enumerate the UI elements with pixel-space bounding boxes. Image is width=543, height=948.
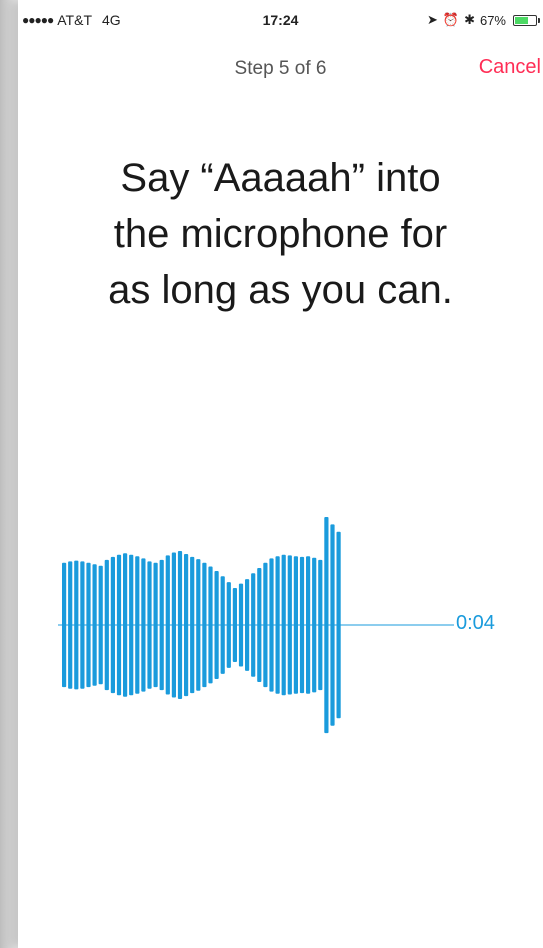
waveform-bar	[98, 565, 103, 685]
instruction-line-3: as long as you can.	[108, 268, 453, 312]
waveform-bar	[116, 554, 122, 696]
device-frame: ●●●●● AT&T 4G 17:24 ➤ ⏰ ✱ 67% Step 5 of …	[0, 0, 543, 948]
waveform-bar	[159, 559, 164, 691]
waveform-bar	[196, 559, 201, 691]
waveform-bar	[330, 524, 335, 726]
elapsed-time: 0:04	[456, 612, 495, 634]
waveform-bar	[245, 579, 250, 671]
waveform-bar	[220, 576, 225, 674]
waveform-bar	[177, 551, 183, 699]
waveform-bar	[129, 554, 134, 696]
waveform-bar	[104, 559, 109, 691]
waveform-bar	[86, 562, 91, 688]
navigation-bar: Step 5 of 6 Cancel	[18, 36, 543, 96]
waveform-bar	[74, 560, 79, 690]
waveform-bar	[208, 566, 213, 684]
battery-level	[515, 16, 528, 24]
waveform-bar	[171, 552, 176, 698]
waveform-bar	[281, 554, 286, 696]
waveform-bar	[324, 517, 329, 734]
instruction-text: Say “Aaaaah” into the microphone for as …	[38, 150, 523, 318]
waveform-bar	[226, 582, 231, 668]
alarm-icon: ⏰	[442, 12, 460, 27]
waveform-bar	[68, 561, 73, 689]
waveform-bar	[299, 556, 305, 694]
waveform-bar	[275, 556, 280, 694]
waveform-bar	[141, 558, 146, 692]
waveform-bar	[147, 561, 152, 689]
waveform-bar	[135, 556, 140, 694]
waveform-bar	[312, 557, 317, 693]
waveform-bar	[263, 562, 268, 688]
cancel-button[interactable]: Cancel	[479, 56, 541, 79]
status-bar: ●●●●● AT&T 4G 17:24 ➤ ⏰ ✱ 67%	[18, 0, 543, 36]
waveform-bar	[190, 556, 195, 694]
waveform-bar	[80, 561, 85, 689]
status-right: ➤ ⏰ ✱ 67%	[426, 12, 540, 28]
phone-screen: ●●●●● AT&T 4G 17:24 ➤ ⏰ ✱ 67% Step 5 of …	[18, 0, 543, 948]
waveform-bar	[214, 571, 219, 679]
waveform-bar	[306, 556, 311, 694]
waveform-bar	[165, 555, 170, 695]
waveform-bar	[318, 559, 323, 691]
waveform-bar	[257, 568, 262, 682]
waveform-bar	[153, 562, 158, 688]
waveform-bar	[62, 562, 67, 688]
waveform-bar	[123, 553, 128, 697]
waveform-bar	[336, 531, 341, 719]
step-indicator: Step 5 of 6	[234, 58, 327, 79]
waveform-bar	[202, 562, 207, 688]
waveform-bar	[232, 588, 237, 662]
battery-tip	[538, 17, 540, 23]
instruction-line-2: the microphone for	[113, 212, 448, 256]
waveform-bar	[287, 555, 292, 695]
waveform-bar	[238, 583, 244, 667]
waveform-bar	[92, 564, 97, 686]
battery-percent: 67%	[479, 12, 506, 28]
audio-waveform	[58, 517, 454, 734]
waveform-bar	[293, 556, 298, 694]
instruction-line-1: Say “Aaaaah” into	[120, 156, 441, 200]
waveform-bar	[251, 573, 256, 677]
location-icon: ➤	[426, 12, 438, 27]
waveform-bar	[110, 556, 115, 694]
waveform-bar	[184, 554, 189, 697]
bluetooth-icon: ✱	[464, 12, 475, 27]
battery-icon	[513, 14, 540, 26]
waveform-bar	[269, 558, 274, 692]
